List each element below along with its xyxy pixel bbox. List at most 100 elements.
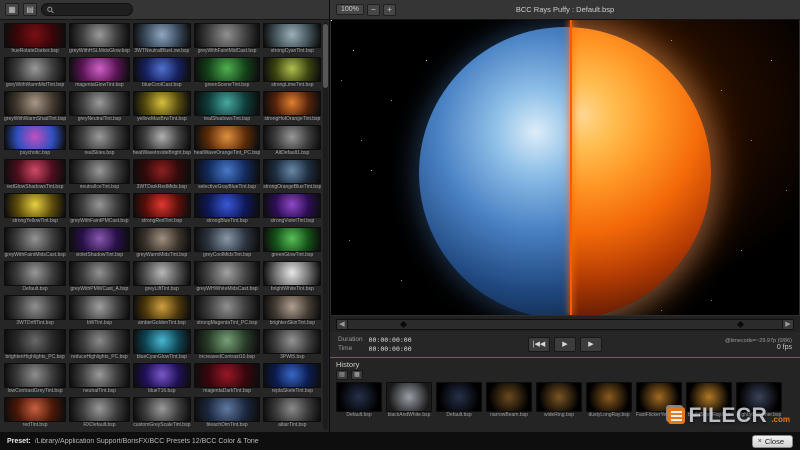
preset-item[interactable]: greyWithWarmMidTint.bsp: [4, 57, 67, 89]
preset-item[interactable]: blueCyanGlowTint.bsp: [132, 329, 191, 361]
preset-item[interactable]: strongLimeTint.bsp: [263, 57, 322, 89]
zoom-level-dropdown[interactable]: 100%: [336, 4, 364, 15]
preset-thumbnail[interactable]: [4, 159, 67, 184]
preset-item[interactable]: strongVioletTint.bsp: [263, 193, 322, 225]
preset-thumbnail[interactable]: [263, 227, 322, 252]
preset-thumbnail[interactable]: [263, 397, 322, 422]
preset-thumbnail[interactable]: [4, 363, 67, 388]
preset-item[interactable]: hueRotateDarker.bsp: [4, 23, 67, 55]
preset-thumbnail[interactable]: [193, 125, 261, 150]
preset-thumbnail[interactable]: [132, 193, 191, 218]
preset-thumbnail[interactable]: [4, 329, 67, 354]
history-item[interactable]: Default.bsp: [336, 382, 382, 419]
preset-item[interactable]: strongCyanTint.bsp: [263, 23, 322, 55]
preset-thumbnail[interactable]: [193, 397, 261, 422]
preset-thumbnail[interactable]: [132, 363, 191, 388]
preset-item[interactable]: greyWithPMWCast_A.bsp: [69, 261, 130, 293]
close-button[interactable]: × Close: [751, 434, 793, 448]
preset-thumbnail[interactable]: [132, 261, 191, 286]
timeline-out-marker[interactable]: [736, 320, 744, 329]
preset-thumbnail[interactable]: [193, 159, 261, 184]
preset-thumbnail[interactable]: [69, 125, 130, 150]
preset-item[interactable]: magentaDarkTint.bsp: [193, 363, 261, 395]
search-box[interactable]: [41, 3, 133, 16]
preset-thumbnail[interactable]: [4, 23, 67, 48]
preset-item[interactable]: customGreyScaleTint.bsp: [132, 397, 191, 429]
preset-item[interactable]: greyWHWhiteMidsCast.bsp: [193, 261, 261, 293]
preset-thumbnail[interactable]: [263, 261, 322, 286]
preset-item[interactable]: tealShadowsTint.bsp: [193, 91, 261, 123]
preset-item[interactable]: redGlowShadowsTint.bsp: [4, 159, 67, 191]
preset-thumbnail[interactable]: [132, 23, 191, 48]
preset-thumbnail[interactable]: [132, 91, 191, 116]
history-thumbnail[interactable]: [536, 382, 582, 412]
preset-item[interactable]: strongMagentaTint_PC.bsp: [193, 295, 261, 327]
preset-item[interactable]: neutralTint.bsp: [69, 363, 130, 395]
library-scrollbar-thumb[interactable]: [323, 24, 328, 88]
preset-thumbnail[interactable]: [132, 125, 191, 150]
preset-thumbnail[interactable]: [263, 125, 322, 150]
preset-thumbnail[interactable]: [263, 329, 322, 354]
preset-item[interactable]: 3WTDarkRedMids.bsp: [132, 159, 191, 191]
preset-thumbnail[interactable]: [263, 363, 322, 388]
preset-thumbnail[interactable]: [132, 329, 191, 354]
zoom-in-button[interactable]: +: [382, 3, 396, 16]
search-input[interactable]: [57, 6, 127, 13]
preset-item[interactable]: reduceHighlights_PC.bsp: [69, 329, 130, 361]
preset-thumbnail[interactable]: [69, 261, 130, 286]
preset-thumbnail[interactable]: [132, 227, 191, 252]
preset-item[interactable]: greenGlowTint.bsp: [263, 227, 322, 259]
history-item[interactable]: narrowBeam.bsp: [486, 382, 532, 419]
preset-item[interactable]: strongHotOrangeTint.bsp: [263, 91, 322, 123]
preset-thumbnail[interactable]: [69, 159, 130, 184]
preset-item[interactable]: 3WTNeutralBlueLow.bsp: [132, 23, 191, 55]
preset-thumbnail[interactable]: [132, 295, 191, 320]
preset-thumbnail[interactable]: [263, 295, 322, 320]
preset-item[interactable]: 3PWt5.bsp: [263, 329, 322, 361]
preset-item[interactable]: greyWithFaintPMCast.bsp: [69, 193, 130, 225]
preset-item[interactable]: magentaGlowTint.bsp: [69, 57, 130, 89]
history-item[interactable]: blackAndWhite.bsp: [386, 382, 432, 419]
preset-thumbnail[interactable]: [69, 193, 130, 218]
preset-thumbnail[interactable]: [193, 57, 261, 82]
preset-item[interactable]: strongYellowTint.bsp: [4, 193, 67, 225]
preset-item[interactable]: greyWithFaintMidCast.bsp: [193, 23, 261, 55]
preset-item[interactable]: greyNeutralTint.bsp: [69, 91, 130, 123]
preset-thumbnail[interactable]: [4, 193, 67, 218]
library-scrollbar[interactable]: [323, 22, 328, 430]
preset-item[interactable]: strongBlueTint.bsp: [193, 193, 261, 225]
preset-item[interactable]: blueT16.bsp: [132, 363, 191, 395]
preset-item[interactable]: heatWaveOrangeTint_PC.bsp: [193, 125, 261, 157]
preset-thumbnail[interactable]: [69, 397, 130, 422]
preset-thumbnail[interactable]: [4, 227, 67, 252]
grid-view-icon[interactable]: ▦: [5, 3, 19, 16]
preset-item[interactable]: increasedContrast10.bsp: [193, 329, 261, 361]
preset-item[interactable]: greyWithWarmShadTint.bsp: [4, 91, 67, 123]
preset-item[interactable]: violetShadowTint.bsp: [69, 227, 130, 259]
preset-thumbnail[interactable]: [193, 329, 261, 354]
history-item[interactable]: Default.bsp: [436, 382, 482, 419]
preset-thumbnail[interactable]: [193, 193, 261, 218]
forward-button[interactable]: ▶: [580, 337, 602, 352]
timeline-scrubber[interactable]: ◀ ▶: [336, 319, 794, 330]
preset-item[interactable]: altairTint.bsp: [263, 397, 322, 429]
preset-thumbnail[interactable]: [263, 23, 322, 48]
preset-item[interactable]: amberGoldenTint.bsp: [132, 295, 191, 327]
preset-thumbnail[interactable]: [69, 23, 130, 48]
preset-thumbnail[interactable]: [193, 295, 261, 320]
preset-item[interactable]: greenSceneTint.bsp: [193, 57, 261, 89]
preset-item[interactable]: yellowMaxBrwTint.bsp: [132, 91, 191, 123]
preset-thumbnail[interactable]: [263, 91, 322, 116]
preset-thumbnail[interactable]: [263, 57, 322, 82]
preset-thumbnail[interactable]: [193, 227, 261, 252]
preset-item[interactable]: Default.bsp: [4, 261, 67, 293]
preset-thumbnail[interactable]: [132, 57, 191, 82]
preset-item[interactable]: neutralIceTint.bsp: [69, 159, 130, 191]
preset-item[interactable]: bWTint.bsp: [69, 295, 130, 327]
preset-item[interactable]: brightenHighlights_PC.bsp: [4, 329, 67, 361]
preset-item[interactable]: greyCoolMidsTint.bsp: [193, 227, 261, 259]
preset-item[interactable]: RXDefault.bsp: [69, 397, 130, 429]
preset-thumbnail[interactable]: [4, 397, 67, 422]
zoom-out-button[interactable]: −: [366, 3, 380, 16]
timeline-right-arrow[interactable]: ▶: [782, 320, 793, 329]
